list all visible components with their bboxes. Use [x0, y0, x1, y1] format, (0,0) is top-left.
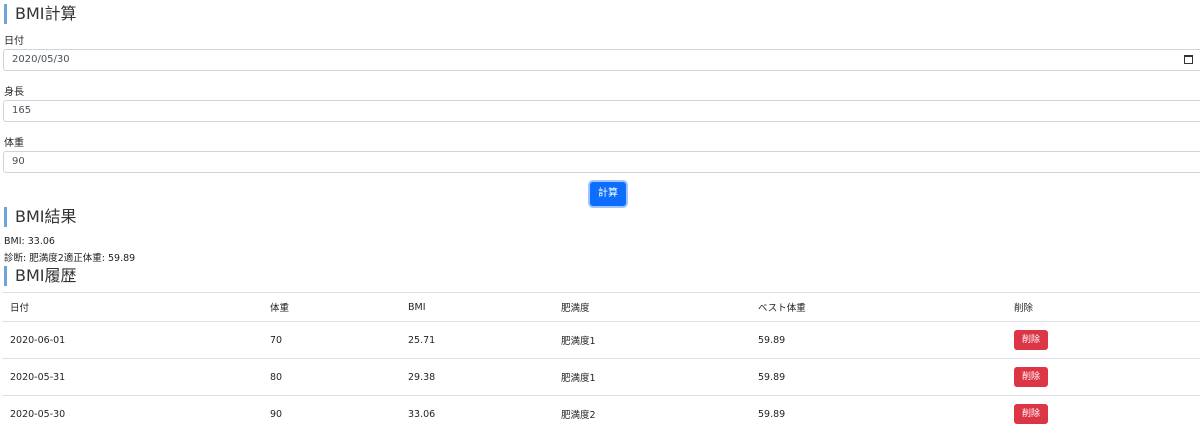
cell-level: 肥満度2	[553, 395, 750, 432]
column-header-weight: 体重	[262, 292, 400, 322]
cell-date: 2020-05-31	[2, 358, 262, 396]
cell-delete: 削除	[1006, 358, 1200, 396]
table-row: 2020-06-01 70 25.71 肥満度1 59.89 削除	[2, 321, 1200, 359]
table-header-row: 日付 体重 BMI 肥満度 ベスト体重 削除	[2, 292, 1200, 322]
delete-button[interactable]: 削除	[1014, 330, 1048, 350]
calendar-icon[interactable]	[1184, 55, 1193, 64]
cell-date: 2020-06-01	[2, 321, 262, 359]
column-header-date: 日付	[2, 292, 262, 322]
cell-level: 肥満度1	[553, 358, 750, 396]
diagnosis-text: 診断: 肥満度2適正体重: 59.89	[4, 253, 136, 264]
bmi-calc-title: BMI計算	[4, 4, 77, 24]
table-row: 2020-05-30 90 33.06 肥満度2 59.89 削除	[2, 395, 1200, 432]
column-header-delete: 削除	[1006, 292, 1200, 322]
weight-label: 体重	[4, 138, 24, 149]
column-header-level: 肥満度	[553, 292, 750, 322]
date-value: 2020/05/30	[12, 54, 70, 65]
cell-bmi: 33.06	[400, 395, 553, 432]
date-label: 日付	[4, 36, 24, 47]
bmi-value-text: BMI: 33.06	[4, 236, 55, 247]
cell-bmi: 29.38	[400, 358, 553, 396]
bmi-result-title: BMI結果	[4, 207, 77, 227]
column-header-bmi: BMI	[400, 292, 553, 322]
weight-value: 90	[12, 156, 25, 167]
calculate-button[interactable]: 計算	[590, 182, 626, 206]
cell-best-weight: 59.89	[750, 395, 1006, 432]
date-input[interactable]: 2020/05/30	[3, 49, 1200, 71]
history-table: 日付 体重 BMI 肥満度 ベスト体重 削除 2020-06-01 70 25.…	[2, 292, 1200, 432]
cell-delete: 削除	[1006, 321, 1200, 359]
cell-weight: 70	[262, 321, 400, 359]
cell-bmi: 25.71	[400, 321, 553, 359]
delete-button[interactable]: 削除	[1014, 404, 1048, 424]
height-input[interactable]: 165	[3, 100, 1200, 122]
column-header-best-weight: ベスト体重	[750, 292, 1006, 322]
cell-level: 肥満度1	[553, 321, 750, 359]
table-row: 2020-05-31 80 29.38 肥満度1 59.89 削除	[2, 358, 1200, 396]
weight-input[interactable]: 90	[3, 151, 1200, 173]
height-label: 身長	[4, 87, 24, 98]
bmi-history-title: BMI履歴	[4, 266, 77, 286]
delete-button[interactable]: 削除	[1014, 367, 1048, 387]
cell-delete: 削除	[1006, 395, 1200, 432]
cell-best-weight: 59.89	[750, 358, 1006, 396]
cell-date: 2020-05-30	[2, 395, 262, 432]
cell-weight: 90	[262, 395, 400, 432]
height-value: 165	[12, 105, 32, 116]
cell-best-weight: 59.89	[750, 321, 1006, 359]
cell-weight: 80	[262, 358, 400, 396]
